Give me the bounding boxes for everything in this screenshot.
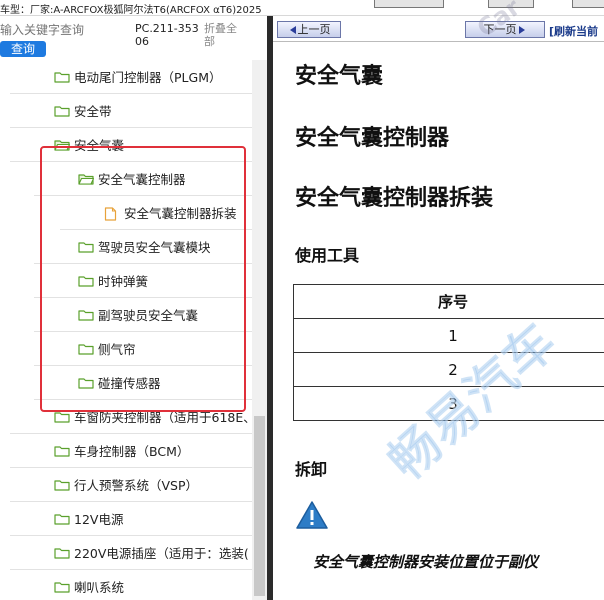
tree-item[interactable]: 安全带 [10,94,252,128]
tree-item-label: 安全气囊控制器拆装 [124,206,237,221]
toolbar-button-1[interactable] [374,0,444,8]
tree-item[interactable]: 电动尾门控制器（PLGM） [10,60,252,94]
table-row: 3 [293,386,604,421]
tools-heading: 使用工具 [295,246,360,265]
folder-icon [54,71,70,83]
tree-item-label: 安全带 [74,104,112,119]
arrow-left-icon [289,26,296,34]
window-title: 车型：厂家:A-ARCFOX极狐阿尔法T6(ARCFOX αT6)2025 [0,5,262,16]
folder-icon [78,241,94,253]
next-page-label: 下一页 [483,23,517,36]
toolbar-button-3[interactable] [572,0,604,8]
tree-item-label: 副驾驶员安全气囊 [98,308,199,323]
folder-icon [78,275,94,287]
table-row: 1 [293,318,604,353]
tree-item[interactable]: 车身控制器（BCM） [10,434,252,468]
tree-item-label: 车窗防夹控制器（适用于618E、 [74,410,252,425]
folder-icon [54,513,70,525]
tree-scrollbar-thumb[interactable] [254,416,265,596]
folder-icon [54,445,70,457]
folder-icon [78,343,94,355]
tools-table: 序号 1 2 3 [293,284,604,421]
tree-item[interactable]: 行人预警系统（VSP） [10,468,252,502]
doc-heading-1: 安全气囊 [295,64,384,89]
left-navigation-pane: 查询 PC.211-35306 折叠全部 电动尾门控制器（PLGM） 安全带安全气… [0,16,267,600]
tree-item-label: 220V电源插座（适用于：选装( [74,546,249,561]
tree-item-label: 碰撞传感器 [98,376,161,391]
tree-item-label: 安全气囊控制器 [98,172,186,187]
folder-icon [54,581,70,593]
tree-item-label: 行人预警系统（VSP） [74,478,199,493]
tree-item[interactable]: 安全气囊 [10,128,252,162]
window-titlebar: 车型：厂家:A-ARCFOX极狐阿尔法T6(ARCFOX αT6)2025 [0,0,604,16]
prev-page-button[interactable]: 上一页 [277,21,341,38]
arrow-right-icon [518,26,525,34]
doc-heading-2: 安全气囊控制器 [295,126,450,151]
doc-heading-3: 安全气囊控制器拆装 [295,186,494,211]
tree-item-label: 12V电源 [74,512,124,527]
folder-open-icon [54,139,70,151]
tree-item[interactable]: 碰撞传感器 [34,366,252,400]
tree-item[interactable]: 12V电源 [10,502,252,536]
prev-page-label: 上一页 [297,23,331,36]
tree-item[interactable]: 驾驶员安全气囊模块 [34,230,252,264]
tree-item-label: 驾驶员安全气囊模块 [98,240,211,255]
folder-icon [78,377,94,389]
table-row: 2 [293,352,604,387]
search-button[interactable]: 查询 [0,41,46,57]
tree-item-label: 安全气囊 [74,138,125,153]
table-cell: 1 [293,318,604,353]
warning-icon [296,501,328,529]
refresh-link[interactable]: [刷新当前 [549,23,598,39]
tree-item[interactable]: 时钟弹簧 [34,264,252,298]
removal-body-text: 安全气囊控制器安装位置位于副仪 [313,553,539,571]
next-page-button[interactable]: 下一页 [465,21,545,38]
tree-item[interactable]: 喇叭系统 [10,570,252,600]
tree-item-label: 时钟弹簧 [98,274,149,289]
tree-item[interactable]: 安全气囊控制器拆装 [60,196,252,230]
tree-item[interactable]: 安全气囊控制器 [34,162,252,196]
tree-scrollbar[interactable] [252,60,267,600]
tree-item-label: 喇叭系统 [74,580,125,595]
tree-item[interactable]: 车窗防夹控制器（适用于618E、 [10,400,252,434]
folder-icon [54,547,70,559]
tree-item[interactable]: 副驾驶员安全气囊 [34,298,252,332]
toolbar-button-2[interactable] [488,0,534,8]
document-pane: 上一页 下一页 [刷新当前 安全气囊 安全气囊控制器 安全气囊控制器拆装 使用工… [273,16,604,600]
table-cell: 2 [293,352,604,387]
tree-item[interactable]: 侧气帘 [34,332,252,366]
table-header-cell: 序号 [293,284,604,319]
search-area: 查询 PC.211-35306 折叠全部 [0,16,267,60]
folder-icon [54,479,70,491]
tree-item-label: 车身控制器（BCM） [74,444,190,459]
removal-heading: 拆卸 [295,460,328,479]
folder-open-icon [78,173,94,185]
tools-table-header-row: 序号 [293,284,604,319]
search-input[interactable] [0,21,130,39]
document-icon [104,206,120,221]
table-cell: 3 [293,386,604,421]
pc-code: PC.211-35306 [135,22,199,48]
tree-item-label: 侧气帘 [98,342,136,357]
folder-icon [54,411,70,423]
folder-icon [78,309,94,321]
tree-item[interactable]: 220V电源插座（适用于：选装( [10,536,252,570]
tree-item-label: 电动尾门控制器（PLGM） [74,70,222,85]
collapse-all-link[interactable]: 折叠全部 [204,22,244,48]
folder-icon [54,105,70,117]
document-nav-bar: 上一页 下一页 [刷新当前 [273,16,604,42]
